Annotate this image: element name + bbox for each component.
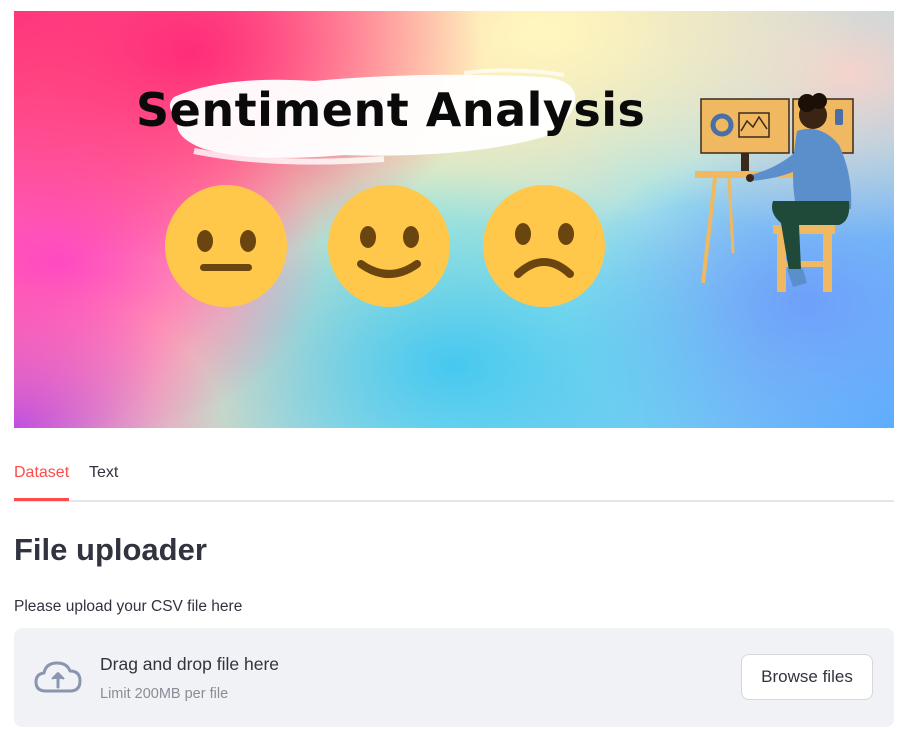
dropzone-title: Drag and drop file here xyxy=(100,654,279,674)
tab-dataset[interactable]: Dataset xyxy=(14,464,69,496)
active-tab-indicator xyxy=(14,498,69,501)
banner-title: Sentiment Analysis xyxy=(136,83,646,137)
smiling-face-icon xyxy=(328,185,450,307)
cloud-upload-icon xyxy=(34,661,82,693)
uploader-label: Please upload your CSV file here xyxy=(14,598,243,615)
app-page: Sentiment Analysis Dataset Text File upl… xyxy=(0,0,903,737)
sad-face-icon xyxy=(483,185,605,307)
person-at-computer-illustration xyxy=(695,93,854,292)
tab-bar: Dataset Text xyxy=(14,452,894,502)
sentiment-analysis-banner: Sentiment Analysis xyxy=(14,11,894,428)
file-dropzone[interactable]: Drag and drop file here Limit 200MB per … xyxy=(14,628,894,727)
browse-files-button[interactable]: Browse files xyxy=(741,654,873,700)
dropzone-limit: Limit 200MB per file xyxy=(100,686,229,702)
neutral-face-icon xyxy=(165,185,287,307)
tab-text[interactable]: Text xyxy=(89,464,118,496)
section-heading: File uploader xyxy=(14,532,207,567)
